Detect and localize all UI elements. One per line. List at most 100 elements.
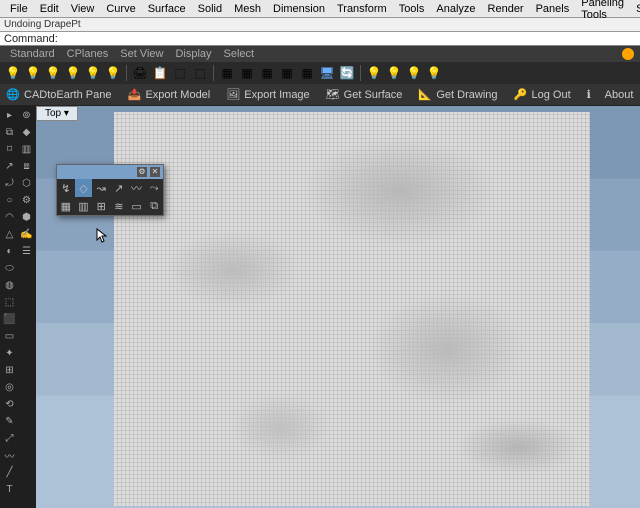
floating-toolbar-header[interactable]: ⚙ ✕ xyxy=(57,165,163,179)
tool-select[interactable]: ▸ xyxy=(2,108,17,123)
tool-drape[interactable]: ◇ xyxy=(75,179,93,197)
menu-solid[interactable]: Solid xyxy=(192,1,228,17)
display-icon[interactable]: 🖥 xyxy=(318,64,336,82)
tab-display[interactable]: Display xyxy=(169,48,217,60)
tool-hex[interactable]: ⬡ xyxy=(19,176,34,191)
command-line[interactable]: Command: xyxy=(0,32,640,46)
tool-mesh[interactable]: ⬛ xyxy=(2,312,17,327)
menu-file[interactable]: File xyxy=(4,1,34,17)
toolbar-options-button[interactable] xyxy=(622,48,634,60)
get-drawing-button[interactable]: 📐 Get Drawing xyxy=(418,88,497,102)
tool-render[interactable]: ◆ xyxy=(19,125,34,140)
tool-scale[interactable]: ⤢ xyxy=(2,431,17,446)
log-out-button[interactable]: 🔑 Log Out xyxy=(514,88,571,102)
tool-grid1[interactable]: ▦ xyxy=(57,197,75,215)
tool-interpolate[interactable]: ↯ xyxy=(57,179,75,197)
cadtoearth-pane-button[interactable]: 🌐 CADtoEarth Pane xyxy=(6,88,111,102)
lightbulb-icon[interactable]: 💡 xyxy=(64,64,82,82)
menu-tools[interactable]: Tools xyxy=(393,1,431,17)
tool-undo[interactable]: ⤾ xyxy=(2,176,17,191)
tool-tween[interactable]: 〰 xyxy=(128,179,146,197)
tab-setview[interactable]: Set View xyxy=(114,48,169,60)
tool-array[interactable]: ⊞ xyxy=(2,363,17,378)
lightbulb-icon[interactable]: 💡 xyxy=(24,64,42,82)
tool-sketch[interactable]: ↝ xyxy=(92,179,110,197)
menu-curve[interactable]: Curve xyxy=(100,1,141,17)
lightbulb-icon[interactable]: 💡 xyxy=(385,64,403,82)
viewport-tab-top[interactable]: Top ▾ xyxy=(36,106,78,121)
tool-grasshopper[interactable]: ⬢ xyxy=(19,210,34,225)
tool-patch[interactable]: ▭ xyxy=(128,197,146,215)
tool-options[interactable]: ⚙ xyxy=(19,193,34,208)
grid-icon[interactable]: ⬚ xyxy=(171,64,189,82)
menu-transform[interactable]: Transform xyxy=(331,1,393,17)
menu-edit[interactable]: Edit xyxy=(34,1,65,17)
close-icon[interactable]: ✕ xyxy=(150,167,160,177)
tool-line[interactable]: ╱ xyxy=(2,465,17,480)
layout-icon[interactable]: ▦ xyxy=(278,64,296,82)
tool-solid[interactable]: ◍ xyxy=(2,278,17,293)
menu-render[interactable]: Render xyxy=(482,1,530,17)
tool-properties[interactable]: ▥ xyxy=(19,142,34,157)
lightbulb-icon[interactable]: 💡 xyxy=(425,64,443,82)
tool-grid2[interactable]: ▥ xyxy=(75,197,93,215)
tool-explode[interactable]: ▭ xyxy=(2,329,17,344)
terrain-mesh-surface[interactable] xyxy=(114,112,590,506)
menu-dimension[interactable]: Dimension xyxy=(267,1,331,17)
tool-move[interactable]: ↗ xyxy=(2,159,17,174)
tab-select[interactable]: Select xyxy=(218,48,261,60)
menu-panels[interactable]: Panels xyxy=(530,1,576,17)
about-button[interactable]: ℹ About xyxy=(587,88,634,102)
tool-cplane[interactable]: ⌑ xyxy=(2,142,17,157)
lightbulb-icon[interactable]: 💡 xyxy=(84,64,102,82)
tool-rotate[interactable]: ◎ xyxy=(2,380,17,395)
tool-copy[interactable]: ⟲ xyxy=(2,397,17,412)
tool-project[interactable]: ↗ xyxy=(110,179,128,197)
tool-dimension[interactable]: ⊚ xyxy=(19,108,34,123)
menu-analyze[interactable]: Analyze xyxy=(430,1,481,17)
grid-icon[interactable]: ⬚ xyxy=(191,64,209,82)
tool-box[interactable]: ⬚ xyxy=(2,295,17,310)
tool-sphere[interactable]: ◐ xyxy=(2,244,17,259)
get-surface-button[interactable]: 🗺 Get Surface xyxy=(326,88,403,102)
layout-icon[interactable]: ▦ xyxy=(238,64,256,82)
tool-lasso[interactable]: ⧉ xyxy=(2,125,17,140)
menu-view[interactable]: View xyxy=(65,1,101,17)
export-model-button[interactable]: 📤 Export Model xyxy=(127,88,210,102)
tool-edit[interactable]: ✎ xyxy=(2,414,17,429)
tool-layers[interactable]: ⧈ xyxy=(19,159,34,174)
gear-icon[interactable]: ⚙ xyxy=(137,167,147,177)
tool-join[interactable]: ✦ xyxy=(2,346,17,361)
menu-section-tools[interactable]: SectionTools xyxy=(630,1,640,17)
lightbulb-icon[interactable]: 💡 xyxy=(44,64,62,82)
tool-polygon[interactable]: △ xyxy=(2,227,17,242)
tool-heightfield[interactable]: ⧉ xyxy=(145,197,163,215)
lightbulb-icon[interactable]: 💡 xyxy=(104,64,122,82)
refresh-icon[interactable]: 🔄 xyxy=(338,64,356,82)
tool-circle[interactable]: ○ xyxy=(2,193,17,208)
tool-text[interactable]: T xyxy=(2,482,17,497)
lightbulb-icon[interactable]: 💡 xyxy=(4,64,22,82)
clipboard-icon[interactable]: 📋 xyxy=(151,64,169,82)
lightbulb-icon[interactable]: 💡 xyxy=(405,64,423,82)
tool-contour[interactable]: ≋ xyxy=(110,197,128,215)
layout-icon[interactable]: ▦ xyxy=(258,64,276,82)
tool-ellipsoid[interactable]: ⬭ xyxy=(2,261,17,276)
lightbulb-icon[interactable]: 💡 xyxy=(365,64,383,82)
tab-standard[interactable]: Standard xyxy=(4,48,61,60)
print-icon[interactable]: 🖨 xyxy=(131,64,149,82)
tool-grid3[interactable]: ⊞ xyxy=(92,197,110,215)
menu-surface[interactable]: Surface xyxy=(142,1,192,17)
menu-mesh[interactable]: Mesh xyxy=(228,1,267,17)
floating-toolbar[interactable]: ⚙ ✕ ↯ ◇ ↝ ↗ 〰 ⤳ ▦ ▥ ⊞ ≋ ▭ ⧉ xyxy=(56,164,164,216)
layout-icon[interactable]: ▦ xyxy=(298,64,316,82)
menu-paneling-tools[interactable]: Paneling Tools xyxy=(575,0,630,23)
layout-icon[interactable]: ▦ xyxy=(218,64,236,82)
tool-arc[interactable]: ◠ xyxy=(2,210,17,225)
tool-notes[interactable]: ✍ xyxy=(19,227,34,242)
tool-extend[interactable]: ⤳ xyxy=(145,179,163,197)
tool-curve[interactable]: 〰 xyxy=(2,448,17,463)
tool-menu[interactable]: ☰ xyxy=(19,244,34,259)
tab-cplanes[interactable]: CPlanes xyxy=(61,48,115,60)
export-image-button[interactable]: 🖼 Export Image xyxy=(226,88,309,102)
